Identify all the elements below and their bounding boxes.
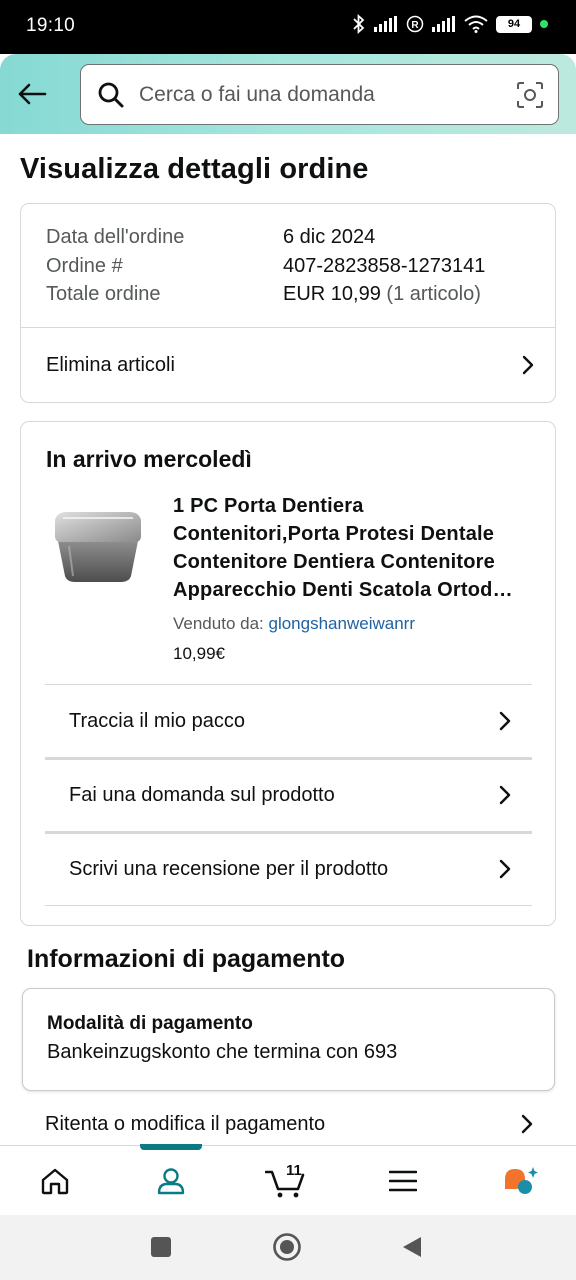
- back-system-button[interactable]: [396, 1231, 428, 1263]
- chevron-right-icon: [517, 1114, 537, 1134]
- payment-method-card: Modalità di pagamento Bankeinzugskonto c…: [22, 988, 555, 1091]
- search-input[interactable]: Cerca o fai una domanda: [80, 64, 559, 125]
- order-number-label: Ordine #: [46, 255, 123, 277]
- track-package-label: Traccia il mio pacco: [69, 709, 245, 732]
- square-icon: [151, 1237, 171, 1257]
- bottom-nav: 11: [0, 1144, 576, 1216]
- signal-icon: [374, 16, 397, 32]
- shipment-card: In arrivo mercoledì 1 PC Porta Dentiera …: [20, 421, 556, 926]
- circle-icon: [273, 1233, 301, 1261]
- ai-assistant-icon: [505, 1167, 538, 1194]
- order-summary-card: Data dell'ordine 6 dic 2024 Ordine # 407…: [20, 203, 556, 403]
- order-date-row: Data dell'ordine 6 dic 2024: [46, 226, 375, 249]
- wifi-icon: [464, 15, 488, 33]
- cart-count-badge: 11: [286, 1162, 302, 1179]
- track-package-link[interactable]: Traccia il mio pacco: [69, 685, 515, 757]
- home-icon: [41, 1168, 69, 1195]
- search-icon: [98, 82, 124, 108]
- retry-payment-link[interactable]: Ritenta o modifica il pagamento: [45, 1100, 537, 1148]
- camera-icon[interactable]: [516, 81, 544, 109]
- home-system-button[interactable]: [271, 1231, 303, 1263]
- order-total-label: Totale ordine: [46, 283, 161, 305]
- product-image[interactable]: [49, 502, 147, 592]
- write-review-label: Scrivi una recensione per il prodotto: [69, 857, 389, 880]
- nav-account[interactable]: [131, 1146, 211, 1216]
- shipment-heading: In arrivo mercoledì: [46, 446, 252, 472]
- order-total-value-wrap: EUR 10,99 (1 articolo): [283, 283, 481, 306]
- ask-question-label: Fai una domanda sul prodotto: [69, 783, 335, 806]
- payment-method-label: Modalità di pagamento: [47, 1013, 253, 1034]
- seller-info: Venduto da: glongshanweiwanrr: [173, 614, 415, 634]
- recents-button[interactable]: [145, 1231, 177, 1263]
- account-icon: [157, 1168, 185, 1195]
- back-button[interactable]: [14, 76, 50, 112]
- order-number-row: Ordine # 407-2823858-1273141: [46, 255, 485, 278]
- status-time: 19:10: [26, 15, 76, 36]
- triangle-back-icon: [403, 1237, 421, 1257]
- order-date-value: 6 dic 2024: [283, 226, 376, 248]
- nav-cart[interactable]: 11: [246, 1146, 326, 1216]
- svg-text:R: R: [411, 20, 419, 31]
- nav-menu[interactable]: [363, 1146, 443, 1216]
- ask-question-link[interactable]: Fai una domanda sul prodotto: [69, 759, 515, 831]
- chevron-right-icon: [495, 785, 515, 805]
- nav-ai-assistant[interactable]: [481, 1146, 561, 1216]
- divider: [45, 905, 532, 907]
- payment-method-value: Bankeinzugskonto che termina con 693: [47, 1041, 398, 1063]
- order-total-row: Totale ordine EUR 10,99 (1 articolo): [46, 283, 481, 306]
- order-date-label: Data dell'ordine: [46, 226, 185, 248]
- page-title: Visualizza dettagli ordine: [20, 153, 369, 185]
- status-icons: R 94: [352, 14, 548, 34]
- chevron-right-icon: [495, 859, 515, 879]
- seller-link[interactable]: glongshanweiwanrr: [269, 614, 415, 633]
- back-arrow-icon: [18, 83, 47, 105]
- notification-dot: [540, 20, 548, 28]
- retry-payment-label: Ritenta o modifica il pagamento: [45, 1112, 326, 1135]
- seller-label: Venduto da:: [173, 614, 264, 633]
- bluetooth-icon: [353, 14, 365, 34]
- payment-heading: Informazioni di pagamento: [27, 945, 346, 973]
- delete-items-label: Elimina articoli: [46, 353, 175, 376]
- chevron-right-icon: [495, 711, 515, 731]
- delete-items-link[interactable]: Elimina articoli: [46, 328, 538, 402]
- header: Cerca o fai una domanda: [0, 54, 576, 134]
- order-total-value: EUR 10,99: [283, 283, 381, 305]
- product-price: 10,99€: [173, 644, 225, 663]
- write-review-link[interactable]: Scrivi una recensione per il prodotto: [69, 833, 515, 905]
- nav-home[interactable]: [15, 1146, 95, 1216]
- order-total-items: (1 articolo): [386, 283, 481, 305]
- product-title[interactable]: 1 PC Porta Dentiera Contenitori,Porta Pr…: [173, 492, 535, 604]
- chevron-right-icon: [518, 355, 538, 375]
- signal-2-icon: [432, 16, 455, 32]
- menu-icon: [389, 1170, 417, 1192]
- battery-icon: 94: [496, 15, 532, 33]
- order-number-value: 407-2823858-1273141: [283, 255, 486, 277]
- system-nav-bar: [0, 1215, 576, 1280]
- status-bar: 19:10 R 94: [0, 0, 576, 54]
- roaming-icon: R: [406, 15, 424, 33]
- search-placeholder: Cerca o fai una domanda: [139, 83, 375, 106]
